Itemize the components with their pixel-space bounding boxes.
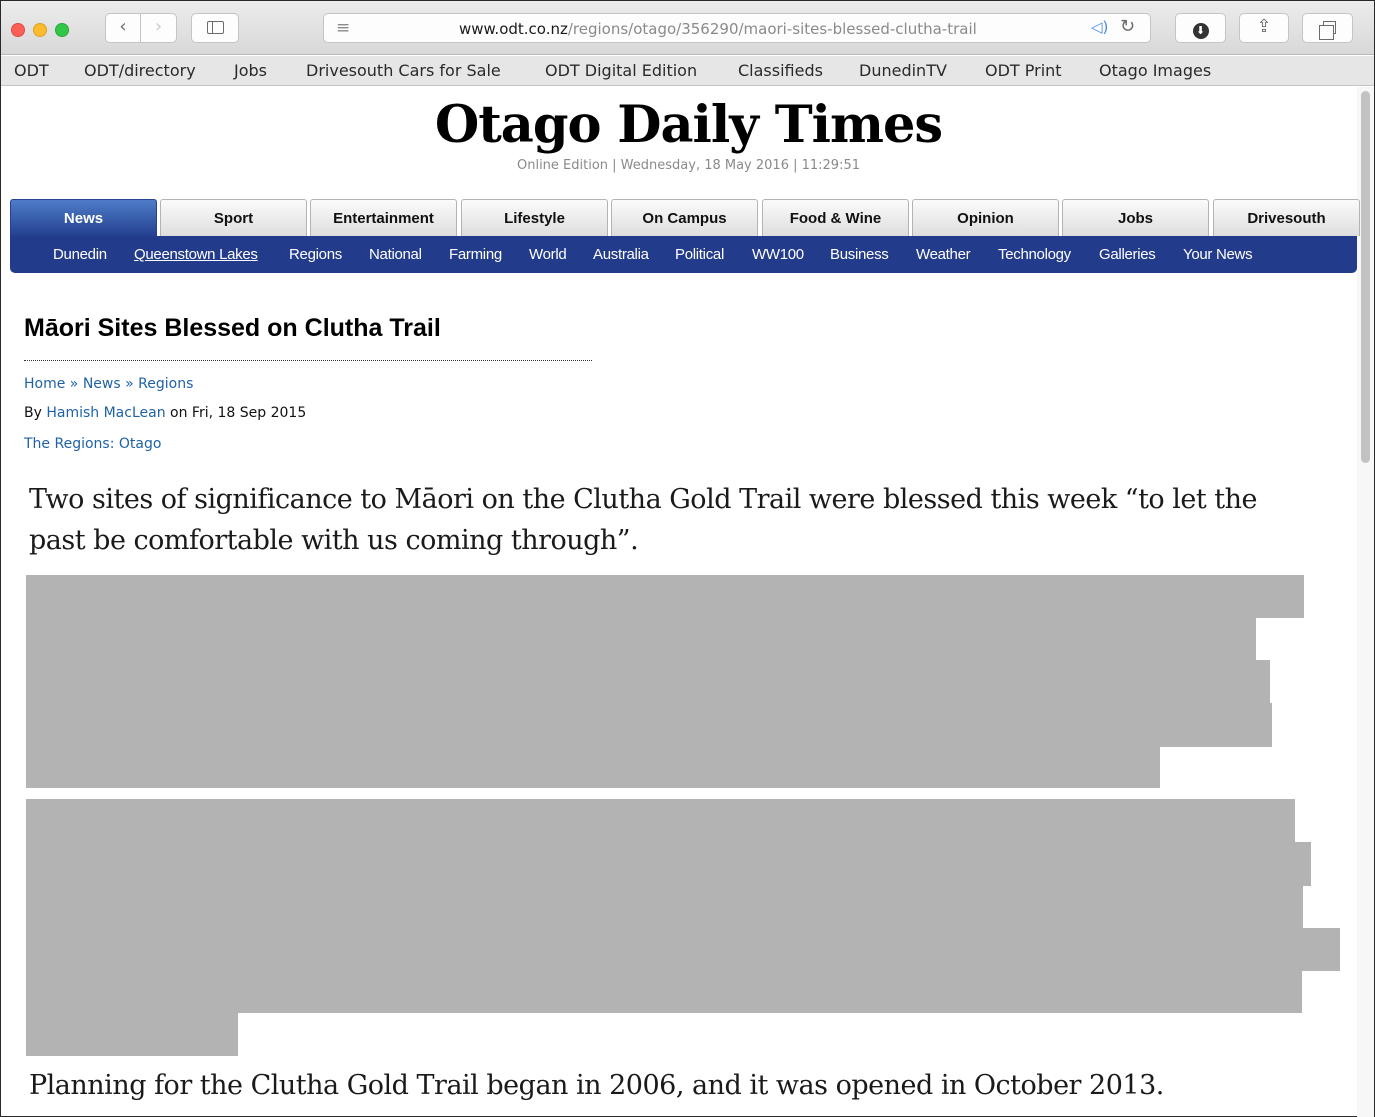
sidebar-button[interactable]: [191, 13, 239, 43]
tab-news[interactable]: News: [10, 199, 157, 237]
breadcrumb-separator: »: [125, 376, 134, 392]
subnav-queenstown-lakes[interactable]: Queenstown Lakes: [134, 246, 258, 263]
subnav-your-news[interactable]: Your News: [1183, 246, 1253, 263]
article-date: on Fri, 18 Sep 2015: [170, 405, 307, 421]
redacted-line: [26, 885, 1303, 929]
url-text[interactable]: www.odt.co.nz/regions/otago/356290/maori…: [459, 20, 977, 38]
lede-line: Two sites of significance to Māori on th…: [29, 484, 1258, 515]
subnav-business[interactable]: Business: [830, 246, 889, 263]
back-button[interactable]: ‹: [105, 13, 141, 43]
breadcrumb-regions[interactable]: Regions: [138, 376, 193, 392]
edition-info: Online Edition | Wednesday, 18 May 2016 …: [516, 158, 860, 173]
tabs-icon: [1319, 21, 1336, 40]
address-bar[interactable]: ≡ www.odt.co.nz/regions/otago/356290/mao…: [323, 13, 1151, 43]
subnav-world[interactable]: World: [529, 246, 567, 263]
redacted-line: [26, 928, 1340, 971]
tab-on-campus[interactable]: On Campus: [611, 199, 758, 236]
browser-toolbar: ‹ › ≡ www.odt.co.nz/regions/otago/356290…: [1, 1, 1374, 55]
url-host: www.odt.co.nz: [459, 20, 568, 38]
subnav-political[interactable]: Political: [675, 246, 724, 263]
bookmark-dunedintv[interactable]: DunedinTV: [859, 61, 947, 80]
breadcrumb-home[interactable]: Home: [24, 376, 65, 392]
minimize-window-button[interactable]: [33, 23, 47, 37]
subnav-ww100[interactable]: WW100: [752, 246, 804, 263]
reader-icon[interactable]: ≡: [336, 20, 353, 37]
forward-icon: ›: [154, 16, 163, 37]
breadcrumb-news[interactable]: News: [83, 376, 121, 392]
headline-divider: [24, 360, 592, 361]
share-icon: ⇪: [1256, 16, 1272, 37]
speaker-icon[interactable]: ◁): [1091, 18, 1108, 36]
byline-prefix: By: [24, 405, 42, 421]
download-icon: ⬇: [1192, 23, 1209, 39]
bookmark-drivesouth-cars[interactable]: Drivesouth Cars for Sale: [306, 61, 501, 80]
tab-entertainment[interactable]: Entertainment: [310, 199, 457, 236]
reload-icon[interactable]: ↻: [1120, 16, 1135, 37]
bookmark-classifieds[interactable]: Classifieds: [738, 61, 823, 80]
bookmark-jobs[interactable]: Jobs: [234, 61, 267, 80]
bookmark-odt[interactable]: ODT: [14, 61, 49, 80]
article-byline: By Hamish MacLean on Fri, 18 Sep 2015: [24, 405, 306, 421]
sidebar-icon: [206, 21, 224, 34]
redacted-line: [26, 575, 1304, 618]
subnav-technology[interactable]: Technology: [998, 246, 1071, 263]
tab-lifestyle[interactable]: Lifestyle: [461, 199, 608, 236]
tab-drivesouth[interactable]: Drivesouth: [1213, 199, 1360, 236]
article-headline: Māori Sites Blessed on Clutha Trail: [24, 314, 441, 342]
subnav-weather[interactable]: Weather: [916, 246, 971, 263]
subnav-national[interactable]: National: [369, 246, 422, 263]
subnav-regions[interactable]: Regions: [289, 246, 342, 263]
redacted-line: [26, 842, 1311, 886]
tab-opinion[interactable]: Opinion: [912, 199, 1059, 236]
tab-sport[interactable]: Sport: [160, 199, 307, 236]
tab-food-wine[interactable]: Food & Wine: [762, 199, 909, 236]
redacted-line: [26, 617, 1256, 661]
lede-line: past be comfortable with us coming throu…: [29, 525, 639, 556]
page-scrollbar[interactable]: [1357, 87, 1374, 1117]
bookmarks-bar: ODT ODT/directory Jobs Drivesouth Cars f…: [1, 56, 1374, 86]
forward-button[interactable]: ›: [140, 13, 177, 43]
breadcrumb-separator: »: [69, 376, 79, 392]
sub-nav: Dunedin Queenstown Lakes Regions Nationa…: [10, 236, 1357, 273]
bookmark-odt-digital-edition[interactable]: ODT Digital Edition: [545, 61, 697, 80]
region-link[interactable]: The Regions: Otago: [24, 436, 161, 452]
back-icon: ‹: [119, 16, 127, 37]
article-paragraph: Planning for the Clutha Gold Trail began…: [29, 1070, 1164, 1101]
bookmark-odt-directory[interactable]: ODT/directory: [84, 61, 196, 80]
subnav-dunedin[interactable]: Dunedin: [53, 246, 107, 263]
bookmark-odt-print[interactable]: ODT Print: [985, 61, 1062, 80]
subnav-australia[interactable]: Australia: [593, 246, 649, 263]
show-tabs-button[interactable]: [1302, 13, 1353, 43]
subnav-galleries[interactable]: Galleries: [1099, 246, 1156, 263]
main-nav: News Sport Entertainment Lifestyle On Ca…: [10, 199, 1360, 237]
downloads-button[interactable]: ⬇: [1175, 13, 1226, 43]
zoom-window-button[interactable]: [55, 23, 69, 37]
share-button[interactable]: ⇪: [1239, 13, 1289, 43]
redacted-line: [26, 703, 1272, 747]
breadcrumb: Home » News » Regions: [24, 376, 193, 392]
redacted-line: [26, 1012, 238, 1056]
redacted-line: [26, 746, 1160, 788]
tab-jobs[interactable]: Jobs: [1062, 199, 1209, 236]
author-link[interactable]: Hamish MacLean: [46, 405, 165, 421]
redacted-line: [26, 660, 1270, 704]
url-path: /regions/otago/356290/maori-sites-blesse…: [567, 20, 977, 38]
close-window-button[interactable]: [11, 23, 25, 37]
bookmark-otago-images[interactable]: Otago Images: [1099, 61, 1211, 80]
subnav-farming[interactable]: Farming: [449, 246, 502, 263]
redacted-line: [26, 970, 1302, 1013]
redacted-line: [26, 799, 1295, 843]
article-lede: Two sites of significance to Māori on th…: [29, 479, 1349, 561]
site-masthead[interactable]: Otago Daily Times: [1, 97, 1375, 153]
